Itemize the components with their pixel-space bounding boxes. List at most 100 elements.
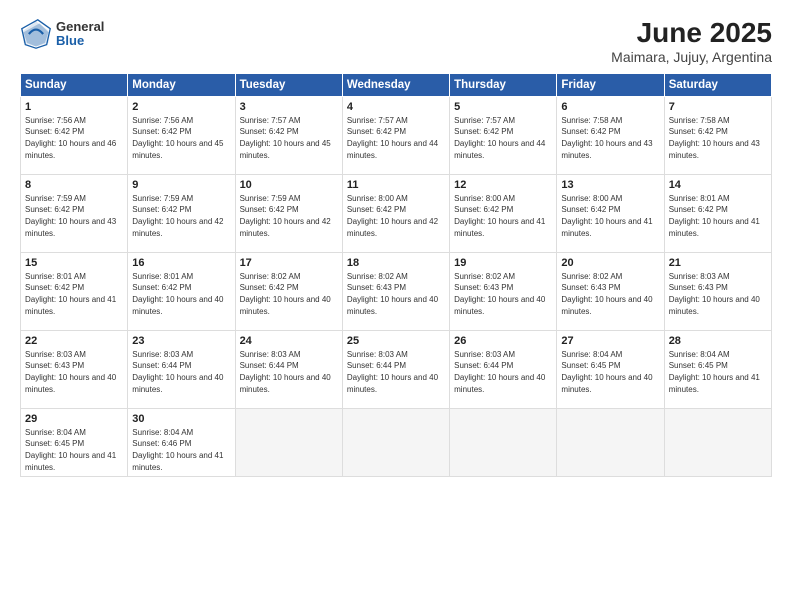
- day-number: 13: [561, 179, 659, 191]
- col-thursday: Thursday: [450, 73, 557, 96]
- day-number: 1: [25, 101, 123, 113]
- title-block: June 2025 Maimara, Jujuy, Argentina: [611, 18, 772, 65]
- calendar-cell: 4 Sunrise: 7:57 AM Sunset: 6:42 PM Dayli…: [342, 96, 449, 174]
- day-info: Sunrise: 7:59 AM Sunset: 6:42 PM Dayligh…: [25, 193, 123, 239]
- day-info: Sunrise: 7:58 AM Sunset: 6:42 PM Dayligh…: [561, 115, 659, 161]
- calendar-cell: 20 Sunrise: 8:02 AM Sunset: 6:43 PM Dayl…: [557, 252, 664, 330]
- col-wednesday: Wednesday: [342, 73, 449, 96]
- day-info: Sunrise: 8:01 AM Sunset: 6:42 PM Dayligh…: [25, 271, 123, 317]
- day-info: Sunrise: 8:02 AM Sunset: 6:43 PM Dayligh…: [454, 271, 552, 317]
- col-tuesday: Tuesday: [235, 73, 342, 96]
- calendar-cell: 5 Sunrise: 7:57 AM Sunset: 6:42 PM Dayli…: [450, 96, 557, 174]
- day-info: Sunrise: 8:01 AM Sunset: 6:42 PM Dayligh…: [669, 193, 767, 239]
- day-info: Sunrise: 7:59 AM Sunset: 6:42 PM Dayligh…: [132, 193, 230, 239]
- logo-icon: [20, 18, 52, 50]
- calendar-cell: [664, 408, 771, 476]
- logo-general: General: [56, 20, 104, 34]
- calendar-cell: 10 Sunrise: 7:59 AM Sunset: 6:42 PM Dayl…: [235, 174, 342, 252]
- day-number: 19: [454, 257, 552, 269]
- calendar-cell: 25 Sunrise: 8:03 AM Sunset: 6:44 PM Dayl…: [342, 330, 449, 408]
- col-sunday: Sunday: [21, 73, 128, 96]
- day-number: 22: [25, 335, 123, 347]
- calendar-cell: 13 Sunrise: 8:00 AM Sunset: 6:42 PM Dayl…: [557, 174, 664, 252]
- day-number: 23: [132, 335, 230, 347]
- calendar-cell: 30 Sunrise: 8:04 AM Sunset: 6:46 PM Dayl…: [128, 408, 235, 476]
- day-number: 29: [25, 413, 123, 425]
- day-number: 6: [561, 101, 659, 113]
- day-info: Sunrise: 8:02 AM Sunset: 6:42 PM Dayligh…: [240, 271, 338, 317]
- month-title: June 2025: [611, 18, 772, 49]
- calendar-week-row: 29 Sunrise: 8:04 AM Sunset: 6:45 PM Dayl…: [21, 408, 772, 476]
- day-number: 12: [454, 179, 552, 191]
- calendar-cell: 2 Sunrise: 7:56 AM Sunset: 6:42 PM Dayli…: [128, 96, 235, 174]
- day-info: Sunrise: 8:00 AM Sunset: 6:42 PM Dayligh…: [454, 193, 552, 239]
- calendar: Sunday Monday Tuesday Wednesday Thursday…: [20, 73, 772, 477]
- calendar-cell: 9 Sunrise: 7:59 AM Sunset: 6:42 PM Dayli…: [128, 174, 235, 252]
- logo: General Blue: [20, 18, 104, 50]
- day-number: 24: [240, 335, 338, 347]
- calendar-week-row: 8 Sunrise: 7:59 AM Sunset: 6:42 PM Dayli…: [21, 174, 772, 252]
- day-info: Sunrise: 8:01 AM Sunset: 6:42 PM Dayligh…: [132, 271, 230, 317]
- day-info: Sunrise: 8:03 AM Sunset: 6:44 PM Dayligh…: [454, 349, 552, 395]
- calendar-cell: [342, 408, 449, 476]
- calendar-cell: 17 Sunrise: 8:02 AM Sunset: 6:42 PM Dayl…: [235, 252, 342, 330]
- calendar-cell: 12 Sunrise: 8:00 AM Sunset: 6:42 PM Dayl…: [450, 174, 557, 252]
- day-number: 27: [561, 335, 659, 347]
- day-info: Sunrise: 8:04 AM Sunset: 6:45 PM Dayligh…: [561, 349, 659, 395]
- calendar-week-row: 1 Sunrise: 7:56 AM Sunset: 6:42 PM Dayli…: [21, 96, 772, 174]
- day-number: 17: [240, 257, 338, 269]
- day-number: 7: [669, 101, 767, 113]
- day-number: 26: [454, 335, 552, 347]
- day-number: 8: [25, 179, 123, 191]
- calendar-cell: 23 Sunrise: 8:03 AM Sunset: 6:44 PM Dayl…: [128, 330, 235, 408]
- day-info: Sunrise: 8:04 AM Sunset: 6:45 PM Dayligh…: [669, 349, 767, 395]
- calendar-cell: 3 Sunrise: 7:57 AM Sunset: 6:42 PM Dayli…: [235, 96, 342, 174]
- day-number: 25: [347, 335, 445, 347]
- day-info: Sunrise: 8:02 AM Sunset: 6:43 PM Dayligh…: [347, 271, 445, 317]
- day-number: 18: [347, 257, 445, 269]
- calendar-cell: 16 Sunrise: 8:01 AM Sunset: 6:42 PM Dayl…: [128, 252, 235, 330]
- day-info: Sunrise: 7:57 AM Sunset: 6:42 PM Dayligh…: [240, 115, 338, 161]
- calendar-cell: 24 Sunrise: 8:03 AM Sunset: 6:44 PM Dayl…: [235, 330, 342, 408]
- calendar-cell: 21 Sunrise: 8:03 AM Sunset: 6:43 PM Dayl…: [664, 252, 771, 330]
- day-info: Sunrise: 8:04 AM Sunset: 6:46 PM Dayligh…: [132, 427, 230, 473]
- calendar-cell: 6 Sunrise: 7:58 AM Sunset: 6:42 PM Dayli…: [557, 96, 664, 174]
- day-number: 21: [669, 257, 767, 269]
- location-title: Maimara, Jujuy, Argentina: [611, 49, 772, 65]
- day-info: Sunrise: 8:03 AM Sunset: 6:43 PM Dayligh…: [669, 271, 767, 317]
- day-number: 5: [454, 101, 552, 113]
- day-number: 3: [240, 101, 338, 113]
- calendar-cell: 19 Sunrise: 8:02 AM Sunset: 6:43 PM Dayl…: [450, 252, 557, 330]
- day-info: Sunrise: 8:02 AM Sunset: 6:43 PM Dayligh…: [561, 271, 659, 317]
- calendar-week-row: 15 Sunrise: 8:01 AM Sunset: 6:42 PM Dayl…: [21, 252, 772, 330]
- day-number: 9: [132, 179, 230, 191]
- day-number: 16: [132, 257, 230, 269]
- day-info: Sunrise: 7:56 AM Sunset: 6:42 PM Dayligh…: [25, 115, 123, 161]
- day-info: Sunrise: 7:56 AM Sunset: 6:42 PM Dayligh…: [132, 115, 230, 161]
- calendar-cell: 29 Sunrise: 8:04 AM Sunset: 6:45 PM Dayl…: [21, 408, 128, 476]
- col-monday: Monday: [128, 73, 235, 96]
- calendar-cell: 15 Sunrise: 8:01 AM Sunset: 6:42 PM Dayl…: [21, 252, 128, 330]
- calendar-cell: 1 Sunrise: 7:56 AM Sunset: 6:42 PM Dayli…: [21, 96, 128, 174]
- day-number: 14: [669, 179, 767, 191]
- day-number: 20: [561, 257, 659, 269]
- logo-text: General Blue: [56, 20, 104, 49]
- day-number: 11: [347, 179, 445, 191]
- day-info: Sunrise: 8:03 AM Sunset: 6:44 PM Dayligh…: [240, 349, 338, 395]
- calendar-header-row: Sunday Monday Tuesday Wednesday Thursday…: [21, 73, 772, 96]
- day-info: Sunrise: 8:03 AM Sunset: 6:43 PM Dayligh…: [25, 349, 123, 395]
- calendar-week-row: 22 Sunrise: 8:03 AM Sunset: 6:43 PM Dayl…: [21, 330, 772, 408]
- calendar-cell: 18 Sunrise: 8:02 AM Sunset: 6:43 PM Dayl…: [342, 252, 449, 330]
- day-info: Sunrise: 8:00 AM Sunset: 6:42 PM Dayligh…: [347, 193, 445, 239]
- calendar-cell: [235, 408, 342, 476]
- col-friday: Friday: [557, 73, 664, 96]
- day-number: 30: [132, 413, 230, 425]
- calendar-cell: [450, 408, 557, 476]
- day-number: 4: [347, 101, 445, 113]
- day-info: Sunrise: 7:57 AM Sunset: 6:42 PM Dayligh…: [347, 115, 445, 161]
- day-info: Sunrise: 7:57 AM Sunset: 6:42 PM Dayligh…: [454, 115, 552, 161]
- logo-blue: Blue: [56, 34, 104, 48]
- calendar-cell: 22 Sunrise: 8:03 AM Sunset: 6:43 PM Dayl…: [21, 330, 128, 408]
- day-number: 15: [25, 257, 123, 269]
- calendar-cell: 8 Sunrise: 7:59 AM Sunset: 6:42 PM Dayli…: [21, 174, 128, 252]
